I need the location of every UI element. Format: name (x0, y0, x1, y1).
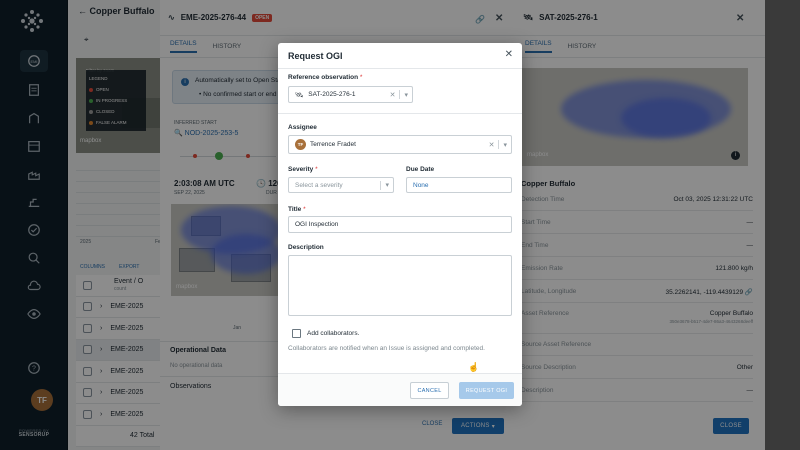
severity-select[interactable]: Select a severity ▾ (288, 177, 394, 193)
satellite-icon: 🛰 (295, 91, 304, 99)
collaborators-checkbox[interactable] (292, 329, 301, 338)
due-date-input[interactable]: None (406, 177, 512, 193)
clear-icon[interactable]: ✕ (390, 91, 396, 99)
title-input[interactable]: OGI Inspection (288, 216, 512, 233)
chevron-down-icon[interactable]: ▾ (404, 91, 408, 99)
assignee-avatar: TF (295, 139, 306, 150)
assignee-label: Assignee (288, 124, 317, 131)
cursor-icon: ☝ (468, 362, 480, 372)
title-label: Title * (288, 206, 306, 213)
due-date-label: Due Date (406, 166, 435, 173)
dialog-footer: CANCEL REQUEST OGI (278, 373, 522, 406)
assignee-select[interactable]: TF Terrence Fradet ✕ ▾ (288, 135, 512, 154)
dialog-title: Request OGI (288, 51, 343, 61)
chevron-down-icon[interactable]: ▾ (503, 141, 507, 149)
close-icon[interactable]: ✕ (505, 49, 513, 60)
request-ogi-button[interactable]: REQUEST OGI (459, 382, 514, 399)
chevron-down-icon[interactable]: ▾ (385, 181, 389, 189)
cancel-button[interactable]: CANCEL (410, 382, 449, 399)
description-label: Description (288, 244, 324, 251)
request-ogi-dialog: Request OGI ✕ Reference observation * 🛰 S… (278, 43, 522, 406)
collaborators-label: Add collaborators. (307, 330, 360, 337)
clear-icon[interactable]: ✕ (489, 141, 495, 149)
description-textarea[interactable] (288, 255, 512, 316)
severity-label: Severity * (288, 166, 318, 173)
reference-select[interactable]: 🛰 SAT-2025-276-1 ✕ ▾ (288, 86, 413, 103)
collaborators-note: Collaborators are notified when an Issue… (288, 345, 485, 352)
reference-label: Reference observation * (288, 74, 363, 81)
